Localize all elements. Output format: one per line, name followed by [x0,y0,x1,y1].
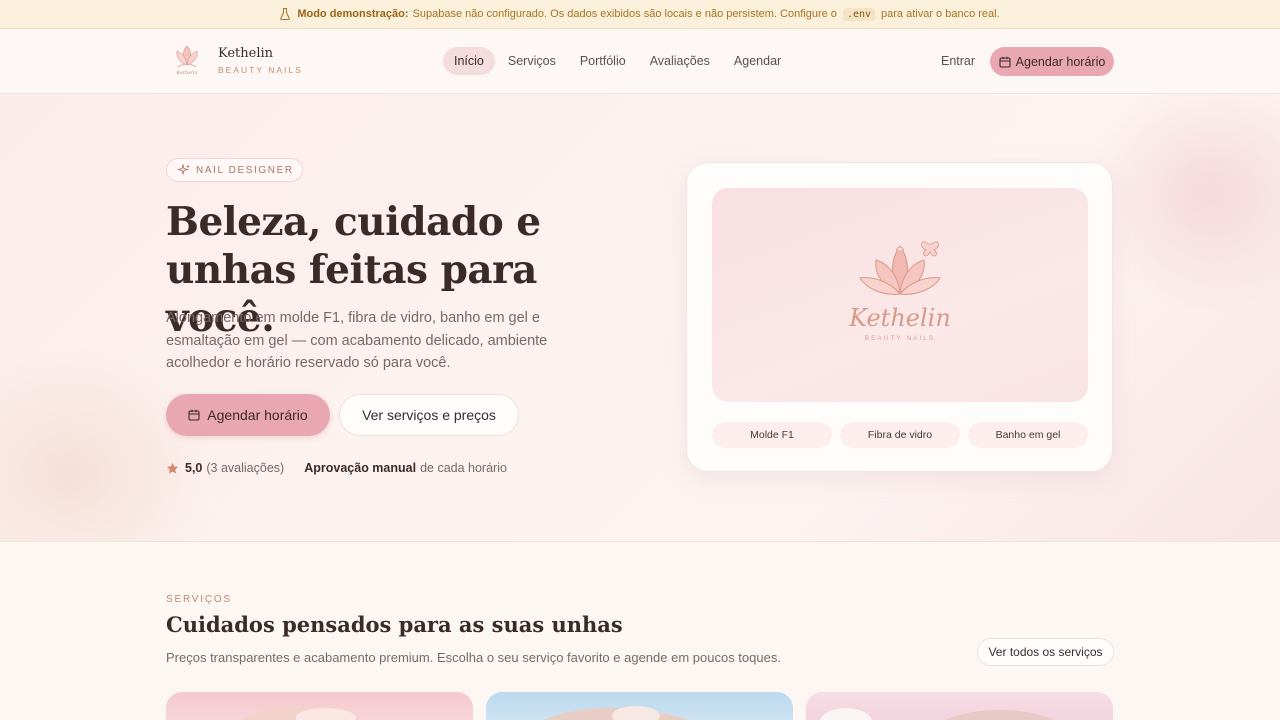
header-schedule-label: Agendar horário [1015,54,1106,69]
services-title: Cuidados pensados para as suas unhas [166,612,623,637]
services-description: Preços transparentes e acabamento premiu… [166,650,781,665]
demo-mode-banner: Modo demonstração: Supabase não configur… [0,0,1280,29]
star-icon [166,462,179,474]
hero-title-line-1: Beleza, cuidado e [166,199,541,245]
card-logo-name: Kethelin [848,304,951,332]
hero-description: Alongamento em molde F1, fibra de vidro,… [166,310,548,371]
service-card-2[interactable] [486,692,793,720]
svg-text:Kethelin: Kethelin [175,70,197,76]
approval-bold: Aprovação manual [304,461,417,475]
service-card-3[interactable] [806,692,1113,720]
chip-banho-em-gel: Banho em gel [968,422,1088,448]
service-card-1[interactable] [166,692,473,720]
services-label: SERVIÇOS [166,594,232,605]
chip-molde-f1: Molde F1 [712,422,832,448]
service-image-3 [820,708,1056,720]
calendar-icon [999,56,1011,68]
lotus-nails-logo-icon: Kethelin BEAUTY NAILS [848,241,951,342]
nav-item-agendar[interactable]: Agendar [723,47,792,75]
nav-item-avaliacoes[interactable]: Avaliações [639,47,721,75]
hero-section: NAIL DESIGNER Beleza, cuidado e unhas fe… [0,94,1280,542]
chip-fibra-de-vidro: Fibra de vidro [840,422,960,448]
site-header: Kethelin Kethelin BEAUTY NAILS Início Se… [0,29,1280,94]
flask-icon [280,8,291,20]
rating-value: 5,0 [185,461,203,475]
brand[interactable]: Kethelin Kethelin BEAUTY NAILS [168,41,303,79]
service-image-2 [543,706,692,720]
card-logo-subtitle: BEAUTY NAILS [865,335,935,342]
nav-item-portfolio[interactable]: Portfólio [569,47,637,75]
banner-label: Modo demonstração: [297,8,409,20]
header-schedule-button[interactable]: Agendar horário [990,47,1114,76]
sparkles-icon [178,164,190,176]
banner-text-end: para ativar o banco real. [881,8,1000,20]
brand-logo-image: Kethelin BEAUTY NAILS [712,188,1088,402]
service-image-1 [240,706,363,720]
brand-subtitle: BEAUTY NAILS [218,64,303,75]
rating-count: (3 avaliações) [206,461,285,475]
calendar-icon [188,409,200,421]
rating-row: 5,0 (3 avaliações) Aprovação manual de c… [166,461,507,475]
nail-designer-tag: NAIL DESIGNER [166,158,303,182]
view-services-button[interactable]: Ver serviços e preços [339,394,519,436]
hero-brand-card: Kethelin BEAUTY NAILS Molde F1 Fibra de … [686,162,1113,472]
nav-item-servicos[interactable]: Serviços [497,47,567,75]
lotus-logo-icon: Kethelin [175,45,198,76]
banner-code: .env [842,7,876,21]
approval-text: de cada horário [420,461,507,475]
brand-name: Kethelin [218,45,274,61]
main-nav: Início Serviços Portfólio Avaliações Age… [443,47,792,75]
nav-item-inicio[interactable]: Início [443,47,495,75]
view-all-services-button[interactable]: Ver todos os serviços [977,638,1114,666]
login-link[interactable]: Entrar [941,54,975,68]
nail-designer-tag-label: NAIL DESIGNER [196,164,294,176]
hero-schedule-button[interactable]: Agendar horário [166,394,330,436]
hero-schedule-label: Agendar horário [207,407,308,423]
banner-text: Supabase não configurado. Os dados exibi… [412,8,837,20]
